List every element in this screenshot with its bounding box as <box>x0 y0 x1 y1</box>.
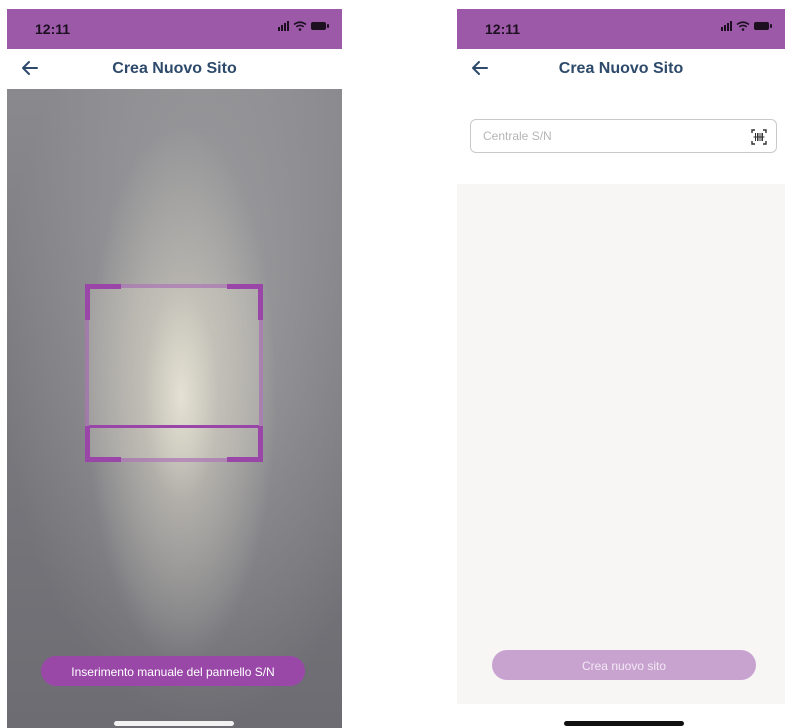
form-area <box>457 89 785 184</box>
home-indicator <box>564 721 684 726</box>
wifi-icon <box>736 21 750 31</box>
home-indicator <box>114 721 234 726</box>
header: Crea Nuovo Sito <box>7 49 342 89</box>
serial-number-input[interactable] <box>481 120 741 152</box>
status-time: 12:11 <box>35 21 71 37</box>
camera-preview <box>7 89 342 728</box>
create-site-button[interactable]: Crea nuovo sito <box>492 650 756 680</box>
status-time: 12:11 <box>485 21 521 37</box>
scan-line <box>89 425 259 428</box>
page-title: Crea Nuovo Sito <box>112 60 237 77</box>
status-icons <box>278 21 329 31</box>
scan-corner <box>85 284 121 320</box>
battery-icon <box>311 22 329 30</box>
header: Crea Nuovo Sito <box>457 49 785 89</box>
page-title: Crea Nuovo Sito <box>558 60 684 77</box>
scan-corner <box>85 426 121 462</box>
scan-corner <box>227 284 263 320</box>
wifi-icon <box>293 21 307 31</box>
scan-frame <box>85 284 263 462</box>
battery-icon <box>754 22 772 30</box>
status-bar: 12:11 <box>457 9 785 49</box>
signal-icon <box>278 21 289 31</box>
scan-corner <box>227 426 263 462</box>
serial-field <box>470 119 777 153</box>
scanner-screen: 12:11 Crea Nuovo Sito Inserimento manual… <box>7 9 342 728</box>
signal-icon <box>721 21 732 31</box>
status-bar: 12:11 <box>7 9 342 49</box>
barcode-scan-icon[interactable] <box>751 129 767 145</box>
manual-entry-button[interactable]: Inserimento manuale del pannello S/N <box>41 656 305 686</box>
content-area: Crea nuovo sito <box>457 184 785 704</box>
create-site-screen: 12:11 Crea Nuovo Sito Centrale S/N Crea … <box>457 9 785 728</box>
status-icons <box>721 21 772 31</box>
